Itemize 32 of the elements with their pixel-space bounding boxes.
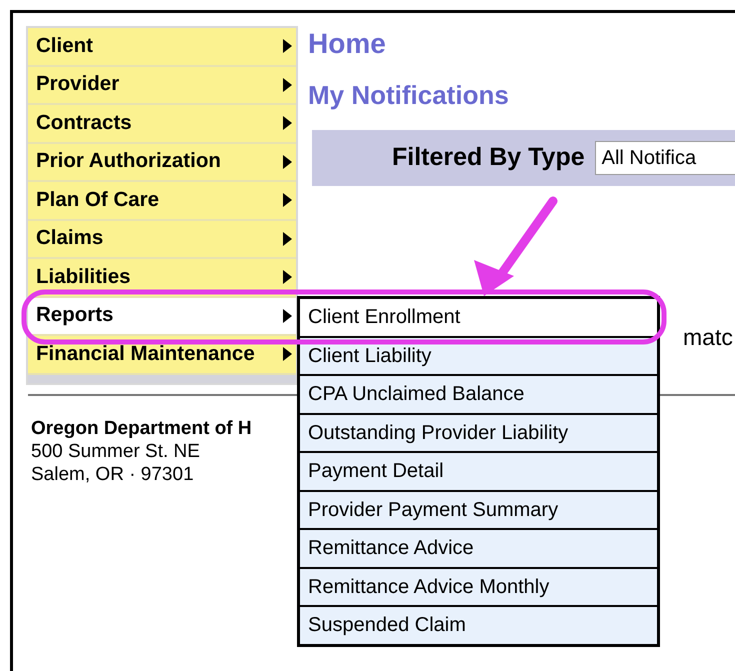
menu-item[interactable]: Prior Authorization — [28, 144, 296, 182]
submenu-arrow-icon — [283, 39, 292, 54]
submenu-arrow-icon — [283, 154, 292, 169]
menu-item[interactable]: Reports — [28, 298, 296, 336]
address-line: 500 Summer St. NE — [31, 440, 201, 463]
address-line: Salem, OR · 97301 — [31, 463, 195, 486]
submenu-arrow-icon — [283, 232, 292, 246]
status-text: matc — [683, 323, 733, 352]
submenu-item[interactable]: Outstanding Provider Liability — [300, 414, 657, 451]
section-heading: My Notifications — [308, 80, 509, 110]
menu-item[interactable]: Client — [28, 28, 296, 66]
submenu-item[interactable]: Provider Payment Summary — [300, 492, 657, 528]
menu-item[interactable]: Claims — [28, 220, 296, 259]
submenu-item[interactable]: Remittance Advice — [300, 530, 657, 566]
submenu-item[interactable]: Remittance Advice Monthly — [300, 568, 657, 605]
filter-dropdown[interactable]: All Notifica — [594, 141, 735, 175]
submenu-arrow-icon — [283, 193, 292, 208]
submenu-arrow-icon — [283, 347, 292, 362]
menu-item[interactable]: Contracts — [28, 105, 296, 144]
organization-name: Oregon Department of H — [31, 417, 252, 440]
submenu-arrow-icon — [283, 78, 292, 92]
submenu-item[interactable]: Client Enrollment — [300, 299, 657, 336]
submenu-item[interactable]: Suspended Claim — [300, 607, 657, 644]
page-title: Home — [308, 28, 387, 60]
submenu-item[interactable]: CPA Unclaimed Balance — [300, 376, 657, 412]
menu-item[interactable]: Provider — [28, 66, 296, 105]
menu-item[interactable]: Plan Of Care — [28, 182, 296, 220]
submenu-item[interactable]: Payment Detail — [300, 453, 657, 490]
submenu-arrow-icon — [283, 308, 292, 323]
submenu-arrow-icon — [283, 270, 292, 284]
submenu-arrow-icon — [283, 116, 292, 130]
filter-label: Filtered By Type — [392, 142, 585, 174]
